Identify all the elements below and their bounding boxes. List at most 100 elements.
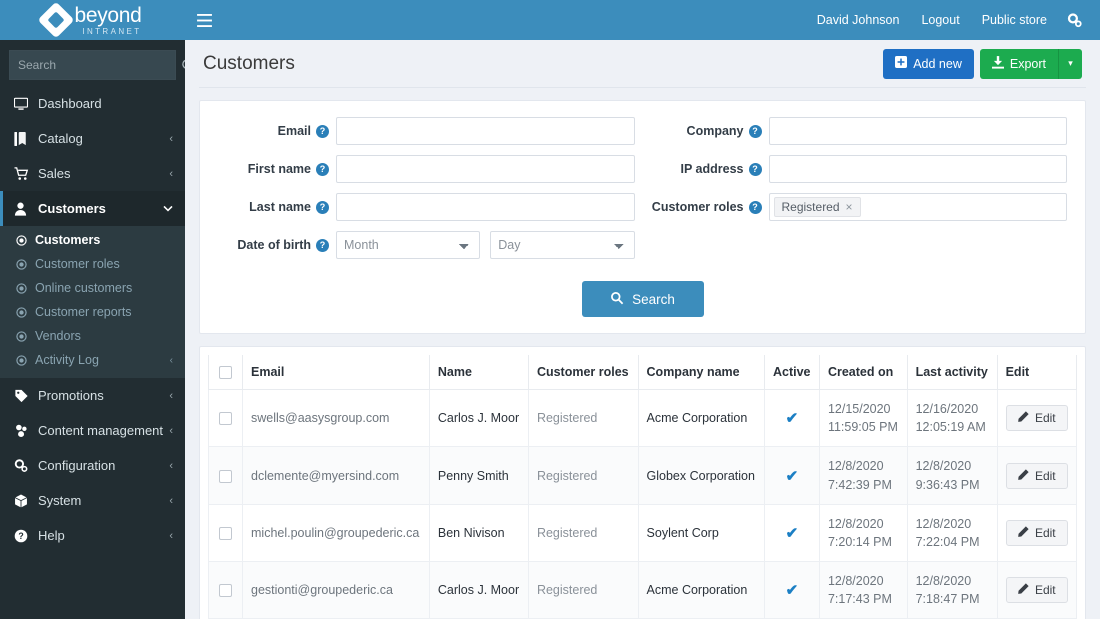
edit-button[interactable]: Edit xyxy=(1005,519,1068,546)
add-new-button[interactable]: Add new xyxy=(883,48,974,79)
select-all-checkbox[interactable] xyxy=(219,366,232,380)
sidebar-item-sales[interactable]: Sales ‹ xyxy=(0,156,185,191)
help-icon[interactable]: ? xyxy=(748,124,762,138)
cell-created-on: 12/8/2020 7:20:14 PM xyxy=(818,503,908,562)
activity-time: 12:05:19 AM xyxy=(915,420,986,435)
cell-company-name: Soylent Corp xyxy=(637,503,765,562)
column-header-created-on[interactable]: Created on xyxy=(818,355,908,391)
column-header-last-activity[interactable]: Last activity xyxy=(906,355,998,391)
activity-date: 12/8/2020 xyxy=(915,516,972,531)
table-row[interactable]: swells@aasysgroup.com Carlos J. Moor Reg… xyxy=(208,389,1078,448)
sidebar-item-dashboard[interactable]: Dashboard xyxy=(0,86,185,121)
edit-button[interactable]: Edit xyxy=(1005,577,1068,604)
sidebar-subitem-label: Customer reports xyxy=(35,305,132,319)
sidebar-item-content-management[interactable]: Content management ‹ xyxy=(0,413,185,448)
table-row[interactable]: dclemente@myersind.com Penny Smith Regis… xyxy=(208,446,1078,505)
ip-address-field[interactable] xyxy=(768,155,1067,183)
public-store-link[interactable]: Public store xyxy=(971,0,1058,40)
cell-active: ✔ xyxy=(763,503,820,562)
page-header: Customers Add new Export ▾ xyxy=(199,40,1086,88)
filter-row-first-name: First name ? xyxy=(218,155,635,183)
help-icon[interactable]: ? xyxy=(316,200,329,214)
sidebar-item-catalog[interactable]: Catalog ‹ xyxy=(0,121,185,156)
sidebar-subitem-customers[interactable]: Customers xyxy=(0,228,185,252)
search-button[interactable]: Search xyxy=(581,281,704,317)
activity-date: 12/8/2020 xyxy=(915,573,972,588)
sidebar-subitem-customer-roles[interactable]: Customer roles xyxy=(0,252,185,276)
sidebar-item-system[interactable]: System ‹ xyxy=(0,483,185,518)
sidebar-item-label: System xyxy=(38,493,82,508)
search-input[interactable] xyxy=(10,58,181,72)
sidebar-item-label: Content management xyxy=(38,423,164,438)
admin-page: beyond INTRANET Dashboard xyxy=(0,0,1100,619)
sidebar-item-help[interactable]: ? Help ‹ xyxy=(0,518,185,553)
sidebar-subitem-online-customers[interactable]: Online customers xyxy=(0,276,185,300)
edit-label: Edit xyxy=(1034,411,1056,426)
row-select-cell xyxy=(208,389,243,448)
current-user-link[interactable]: David Johnson xyxy=(806,0,911,40)
sidebar-item-promotions[interactable]: Promotions ‹ xyxy=(0,378,185,413)
tag-icon xyxy=(14,389,34,403)
sidebar-item-label: Promotions xyxy=(38,388,104,403)
main-content: Customers Add new Export ▾ Email ? First… xyxy=(185,40,1100,619)
active-check-icon: ✔ xyxy=(785,467,799,485)
row-checkbox[interactable] xyxy=(219,526,232,540)
topbar-actions: David Johnson Logout Public store xyxy=(806,0,1100,40)
customer-roles-multiselect[interactable]: Registered × xyxy=(768,193,1067,221)
edit-button[interactable]: Edit xyxy=(1005,462,1068,489)
export-button[interactable]: Export xyxy=(979,48,1058,79)
company-field[interactable] xyxy=(768,117,1067,145)
table-row[interactable]: michel.poulin@groupederic.ca Ben Nivison… xyxy=(208,503,1078,562)
last-name-field[interactable] xyxy=(336,193,635,221)
logout-link[interactable]: Logout xyxy=(910,0,970,40)
search-button-row: Search xyxy=(210,281,1075,317)
select-all-header xyxy=(208,355,243,391)
cell-email: dclemente@myersind.com xyxy=(242,446,430,505)
dob-day-select[interactable]: Day xyxy=(490,231,635,259)
sidebar-subitem-customer-reports[interactable]: Customer reports xyxy=(0,300,185,324)
row-checkbox[interactable] xyxy=(219,584,232,598)
hamburger-icon[interactable] xyxy=(185,13,223,27)
logo[interactable]: beyond INTRANET xyxy=(0,0,185,40)
sidebar-subitem-label: Customers xyxy=(35,233,101,247)
help-icon[interactable]: ? xyxy=(748,200,762,214)
help-icon[interactable]: ? xyxy=(316,162,329,176)
first-name-field[interactable] xyxy=(336,155,635,183)
sidebar-item-configuration[interactable]: Configuration ‹ xyxy=(0,448,185,483)
column-header-name[interactable]: Name xyxy=(428,355,529,391)
cell-edit: Edit xyxy=(996,389,1078,448)
column-header-company-name[interactable]: Company name xyxy=(637,355,765,391)
plus-square-icon xyxy=(895,56,908,71)
sidebar-item-customers[interactable]: Customers xyxy=(0,191,185,226)
sidebar-search[interactable] xyxy=(9,50,196,80)
sidebar-subitem-label: Vendors xyxy=(35,329,81,343)
topbar: David Johnson Logout Public store xyxy=(185,0,1100,40)
row-checkbox[interactable] xyxy=(219,469,232,483)
page-actions: Add new Export ▾ xyxy=(883,48,1082,79)
chevron-icon: ‹ xyxy=(169,529,173,542)
sidebar-subitem-activity-log[interactable]: Activity Log ‹ xyxy=(0,348,185,372)
cell-company-name: Acme Corporation xyxy=(637,560,765,619)
export-dropdown-button[interactable]: ▾ xyxy=(1058,48,1082,79)
user-icon xyxy=(14,202,34,216)
help-icon[interactable]: ? xyxy=(316,124,329,138)
cell-active: ✔ xyxy=(763,560,820,619)
help-icon[interactable]: ? xyxy=(316,238,329,252)
active-check-icon: ✔ xyxy=(785,524,799,542)
table-row[interactable]: gestionti@groupederic.ca Carlos J. Moor … xyxy=(208,560,1078,619)
remove-tag-icon[interactable]: × xyxy=(846,200,853,214)
column-header-email[interactable]: Email xyxy=(242,355,430,391)
dob-month-select[interactable]: Month xyxy=(336,231,481,259)
email-field[interactable] xyxy=(336,117,635,145)
cogs-icon[interactable] xyxy=(1058,12,1092,28)
edit-button[interactable]: Edit xyxy=(1005,405,1068,432)
column-header-active[interactable]: Active xyxy=(763,355,820,391)
label-text: Email xyxy=(277,124,311,138)
cell-customer-roles: Registered xyxy=(527,503,639,562)
column-header-customer-roles[interactable]: Customer roles xyxy=(527,355,639,391)
chevron-icon: ‹ xyxy=(169,389,173,402)
help-icon[interactable]: ? xyxy=(748,162,762,176)
sidebar-subitem-vendors[interactable]: Vendors xyxy=(0,324,185,348)
customers-table-panel: Email Name Customer roles Company name A… xyxy=(199,346,1086,619)
row-checkbox[interactable] xyxy=(219,412,232,426)
